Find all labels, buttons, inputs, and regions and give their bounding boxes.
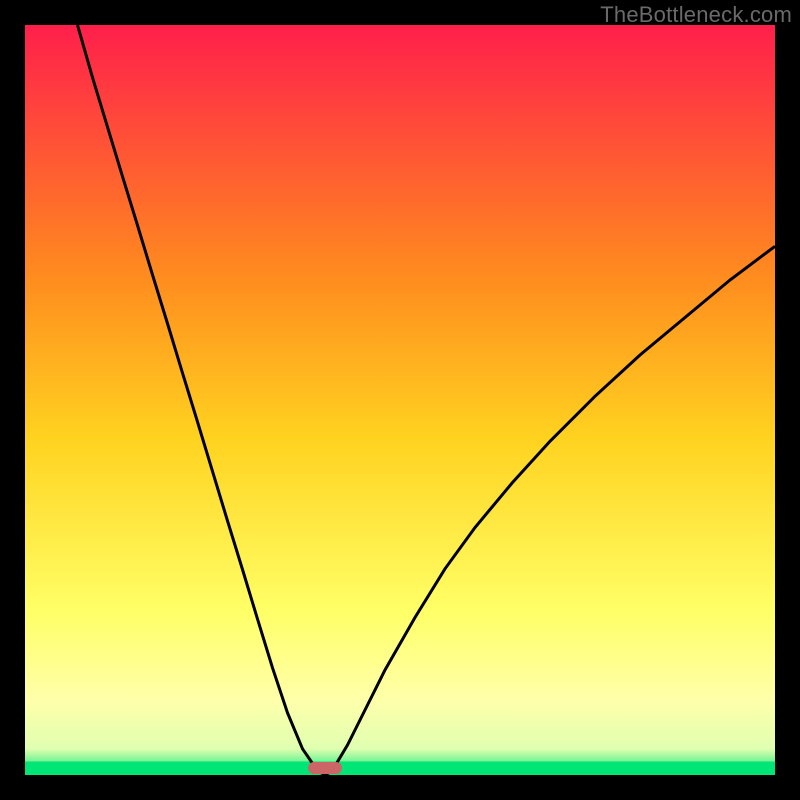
baseline-band	[25, 762, 775, 776]
bottleneck-chart	[25, 25, 775, 775]
minimum-marker	[308, 762, 342, 774]
plot-frame	[25, 25, 775, 775]
watermark-text: TheBottleneck.com	[600, 2, 792, 28]
gradient-background	[25, 25, 775, 775]
